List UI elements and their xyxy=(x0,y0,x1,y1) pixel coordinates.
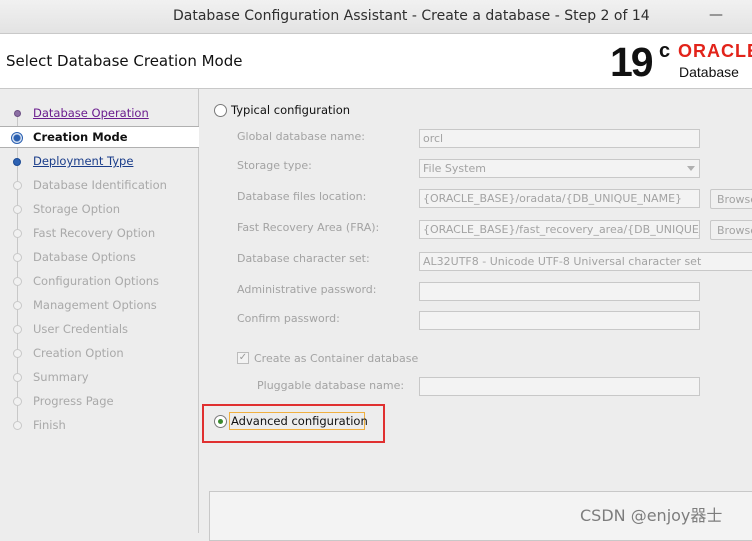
advanced-configuration-label[interactable]: Advanced configuration xyxy=(231,414,368,428)
step-pending-icon xyxy=(13,421,22,430)
container-db-checkbox[interactable]: ✓ xyxy=(237,352,249,364)
step-next-icon xyxy=(13,158,21,166)
nav-item-configuration-options: Configuration Options xyxy=(0,271,199,293)
window-titlebar: Database Configuration Assistant - Creat… xyxy=(0,0,752,34)
chevron-down-icon xyxy=(687,166,695,171)
global-db-name-input[interactable]: orcl xyxy=(419,129,700,148)
nav-item-label: Progress Page xyxy=(33,394,114,408)
page-header: Select Database Creation Mode 19 c ORACL… xyxy=(0,34,752,89)
pdb-name-label: Pluggable database name: xyxy=(257,379,405,392)
nav-item-label: Database Options xyxy=(33,250,136,264)
db-files-browse-button[interactable]: Browse... xyxy=(710,189,752,209)
nav-item-label: Database Operation xyxy=(33,106,149,120)
nav-item-label: Storage Option xyxy=(33,202,121,216)
nav-item-fast-recovery-option: Fast Recovery Option xyxy=(0,223,199,245)
logo-product: Database xyxy=(679,64,739,80)
storage-type-value: File System xyxy=(423,162,486,175)
logo-version: 19 xyxy=(610,39,654,85)
step-pending-icon xyxy=(13,325,22,334)
step-pending-icon xyxy=(13,277,22,286)
nav-item-deployment-type[interactable]: Deployment Type xyxy=(0,151,199,173)
window-title: Database Configuration Assistant - Creat… xyxy=(173,8,650,24)
storage-type-select[interactable]: File System xyxy=(419,159,700,178)
step-pending-icon xyxy=(13,181,22,190)
nav-item-label: Fast Recovery Option xyxy=(33,226,156,240)
charset-label: Database character set: xyxy=(237,252,370,265)
nav-item-label: Creation Mode xyxy=(33,130,128,144)
step-pending-icon xyxy=(13,397,22,406)
container-db-label[interactable]: Create as Container database xyxy=(254,352,418,365)
fra-input[interactable]: {ORACLE_BASE}/fast_recovery_area/{DB_UNI… xyxy=(419,220,700,239)
confirm-password-input[interactable] xyxy=(419,311,700,330)
oracle-logo: 19 c ORACLE Database xyxy=(610,38,752,86)
step-done-icon xyxy=(14,110,21,117)
db-files-location-label: Database files location: xyxy=(237,190,367,203)
storage-type-label: Storage type: xyxy=(237,159,312,172)
watermark: CSDN @enjoy器士 xyxy=(580,506,723,525)
logo-brand: ORACLE xyxy=(678,41,752,61)
nav-item-label: Summary xyxy=(33,370,89,384)
fra-browse-button[interactable]: Browse... xyxy=(710,220,752,240)
step-pending-icon xyxy=(13,253,22,262)
confirm-password-label: Confirm password: xyxy=(237,312,340,325)
nav-item-label: Deployment Type xyxy=(33,154,134,168)
nav-item-storage-option: Storage Option xyxy=(0,199,199,221)
nav-item-database-identification: Database Identification xyxy=(0,175,199,197)
nav-item-label: Management Options xyxy=(33,298,157,312)
typical-configuration-radio[interactable] xyxy=(214,104,227,117)
step-pending-icon xyxy=(13,301,22,310)
logo-superscript: c xyxy=(659,40,671,62)
creation-mode-panel: Typical configuration Global database na… xyxy=(200,89,752,541)
typical-configuration-label[interactable]: Typical configuration xyxy=(231,103,350,117)
step-pending-icon xyxy=(13,229,22,238)
nav-item-user-credentials: User Credentials xyxy=(0,319,199,341)
admin-password-label: Administrative password: xyxy=(237,283,377,296)
nav-item-label: Finish xyxy=(33,418,66,432)
nav-item-label: Database Identification xyxy=(33,178,167,192)
step-navigation: Database Operation Creation Mode Deploym… xyxy=(0,89,199,533)
page-title: Select Database Creation Mode xyxy=(6,52,243,70)
nav-item-label: Creation Option xyxy=(33,346,124,360)
nav-item-database-options: Database Options xyxy=(0,247,199,269)
nav-item-finish: Finish xyxy=(0,415,199,437)
admin-password-input[interactable] xyxy=(419,282,700,301)
pdb-name-input[interactable] xyxy=(419,377,700,396)
step-pending-icon xyxy=(13,205,22,214)
step-pending-icon xyxy=(13,373,22,382)
nav-item-label: User Credentials xyxy=(33,322,129,336)
nav-item-database-operation[interactable]: Database Operation xyxy=(0,103,199,125)
fra-label: Fast Recovery Area (FRA): xyxy=(237,221,380,234)
nav-item-management-options: Management Options xyxy=(0,295,199,317)
nav-item-creation-option: Creation Option xyxy=(0,343,199,365)
db-files-location-input[interactable]: {ORACLE_BASE}/oradata/{DB_UNIQUE_NAME} xyxy=(419,189,700,208)
step-current-icon xyxy=(11,132,23,144)
nav-item-summary: Summary xyxy=(0,367,199,389)
advanced-configuration-radio[interactable] xyxy=(214,415,227,428)
nav-item-progress-page: Progress Page xyxy=(0,391,199,413)
nav-item-label: Configuration Options xyxy=(33,274,160,288)
nav-item-creation-mode[interactable]: Creation Mode xyxy=(0,126,199,148)
minimize-icon[interactable]: — xyxy=(709,7,723,23)
step-pending-icon xyxy=(13,349,22,358)
charset-select[interactable]: AL32UTF8 - Unicode UTF-8 Universal chara… xyxy=(419,252,752,271)
global-db-name-label: Global database name: xyxy=(237,130,365,143)
